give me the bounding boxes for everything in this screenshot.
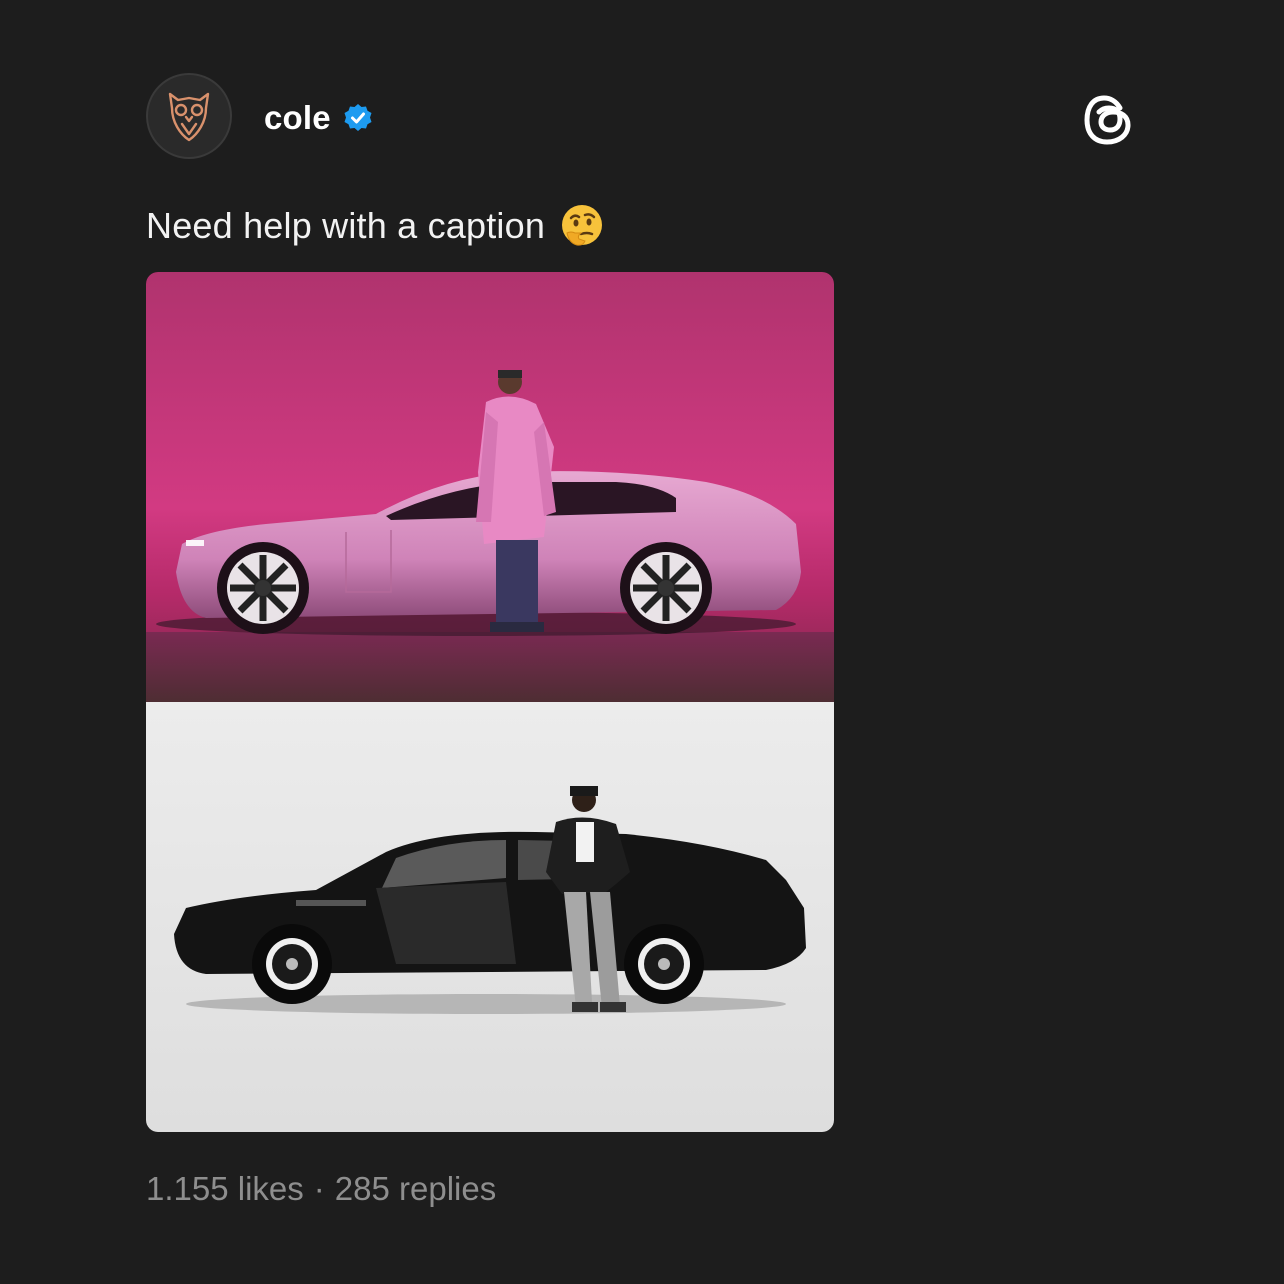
author-avatar[interactable] xyxy=(146,73,232,159)
threads-logo-icon[interactable] xyxy=(1082,94,1134,146)
rear-wheel xyxy=(624,924,704,1004)
thinking-face-emoji xyxy=(562,205,603,246)
post-media[interactable] xyxy=(146,272,834,1132)
author-header: cole xyxy=(264,96,373,140)
front-wheel xyxy=(252,924,332,1004)
author-username[interactable]: cole xyxy=(264,99,331,137)
replies-count[interactable]: 285 replies xyxy=(335,1170,496,1208)
rear-wheel xyxy=(620,542,712,634)
photo-pink-car[interactable] xyxy=(146,272,834,702)
owl-logo-icon xyxy=(168,92,210,142)
stats-separator: · xyxy=(313,1170,325,1207)
post-caption: Need help with a caption xyxy=(146,205,546,246)
verified-badge-icon xyxy=(344,104,372,131)
front-wheel xyxy=(217,542,309,634)
likes-count[interactable]: 1.155 likes xyxy=(146,1170,304,1208)
threads-post: cole Need help with a caption 1.155 like… xyxy=(0,0,1284,1284)
post-stats: 1.155 likes · 285 replies xyxy=(146,1170,496,1208)
photo-black-car[interactable] xyxy=(146,702,834,1132)
caption-row: Need help with a caption xyxy=(146,201,605,251)
